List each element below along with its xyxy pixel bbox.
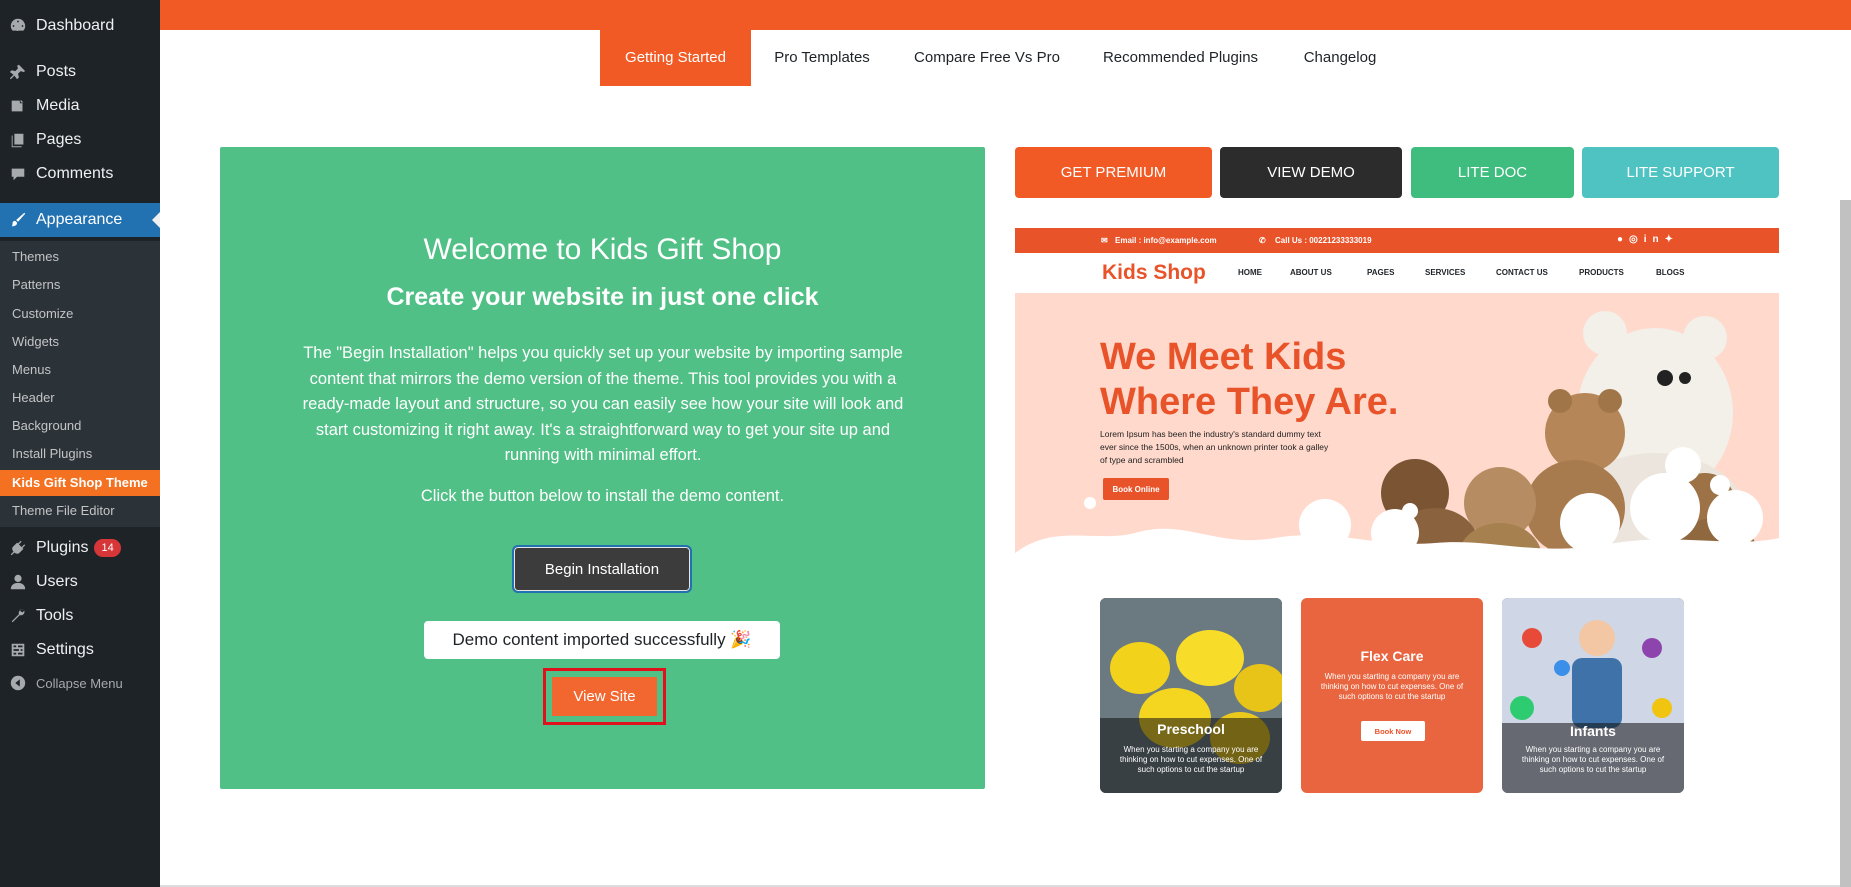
menu-dashboard[interactable]: Dashboard [0, 9, 160, 43]
begin-installation-button[interactable]: Begin Installation [512, 545, 692, 593]
menu-users[interactable]: Users [0, 565, 160, 599]
card-title-flex-care: Flex Care [1360, 648, 1424, 664]
menu-plugins[interactable]: Plugins 14 [0, 531, 160, 565]
header-bar [160, 0, 1851, 30]
lite-support-button[interactable]: LITE SUPPORT [1582, 147, 1779, 198]
preview-logo: Kids Shop [1102, 261, 1206, 284]
plugins-update-badge: 14 [94, 539, 121, 557]
preview-nav-link: BLOGS [1656, 268, 1685, 277]
preview-hero: We Meet Kids Where They Are. Lorem Ipsum… [1015, 293, 1779, 583]
collapse-menu-button[interactable]: Collapse Menu [0, 666, 160, 700]
menu-comments-label: Comments [36, 165, 114, 182]
media-icon [8, 96, 28, 116]
demo-import-panel: Welcome to Kids Gift Shop Create your we… [220, 147, 985, 789]
menu-settings[interactable]: Settings [0, 633, 160, 667]
menu-tools-label: Tools [36, 607, 74, 624]
preview-nav-link: PAGES [1367, 268, 1395, 277]
menu-comments[interactable]: Comments [0, 157, 160, 191]
menu-posts-label: Posts [36, 63, 77, 80]
menu-pages-label: Pages [36, 131, 82, 148]
card-text-flex-care: When you starting a company you are thin… [1320, 672, 1464, 701]
teddy-bears-illustration [1015, 311, 1779, 583]
submenu-header[interactable]: Header [12, 390, 55, 405]
theme-preview-image: ✉ Email : info@example.com ✆ Call Us : 0… [1015, 228, 1779, 793]
submenu-kids-gift-shop-theme[interactable]: Kids Gift Shop Theme [0, 470, 160, 496]
lite-doc-button[interactable]: LITE DOC [1411, 147, 1574, 198]
menu-dashboard-label: Dashboard [36, 17, 115, 34]
menu-appearance-label: Appearance [36, 211, 123, 228]
menu-tools[interactable]: Tools [0, 599, 160, 633]
preview-nav-link: CONTACT US [1496, 268, 1548, 277]
submenu-widgets[interactable]: Widgets [12, 334, 59, 349]
comment-icon [8, 164, 28, 184]
menu-users-label: Users [36, 573, 78, 590]
tab-changelog[interactable]: Changelog [1294, 30, 1386, 86]
panel-description: The "Begin Installation" helps you quick… [302, 344, 904, 464]
preview-nav: Kids Shop HOME ABOUT US PAGES SERVICES C… [1015, 253, 1779, 293]
user-icon [8, 572, 28, 592]
pushpin-icon [8, 62, 28, 82]
social-icons: ●◎in✦ [1617, 234, 1680, 245]
page-scrollbar[interactable] [1840, 200, 1851, 887]
view-site-highlight: View Site [543, 668, 666, 725]
card-book-now-button: Book Now [1361, 721, 1425, 741]
submenu-customize[interactable]: Customize [12, 306, 73, 321]
preview-card-preschool: Preschool When you starting a company yo… [1100, 598, 1282, 793]
submenu-theme-file-editor[interactable]: Theme File Editor [12, 503, 115, 518]
menu-media-label: Media [36, 97, 80, 114]
menu-appearance[interactable]: Appearance [0, 203, 160, 237]
view-site-button[interactable]: View Site [552, 677, 657, 716]
card-title-preschool: Preschool [1157, 721, 1225, 737]
preview-call: Call Us : 00221233333019 [1275, 236, 1372, 245]
preview-email: Email : info@example.com [1115, 236, 1217, 245]
get-premium-button[interactable]: GET PREMIUM [1015, 147, 1212, 198]
menu-media[interactable]: Media [0, 89, 160, 123]
preview-nav-link: HOME [1238, 268, 1262, 277]
preview-nav-link: PRODUCTS [1579, 268, 1624, 277]
appearance-submenu: Themes Patterns Customize Widgets Menus … [0, 241, 160, 527]
menu-pages[interactable]: Pages [0, 123, 160, 157]
welcome-title: Welcome to Kids Gift Shop [423, 233, 782, 266]
dashboard-icon [8, 16, 28, 36]
tab-recommended-plugins[interactable]: Recommended Plugins [1094, 30, 1267, 86]
preview-topbar: ✉ Email : info@example.com ✆ Call Us : 0… [1015, 228, 1779, 253]
preview-card-infants: Infants When you starting a company you … [1502, 598, 1684, 793]
settings-icon [8, 640, 28, 660]
preview-nav-link: ABOUT US [1290, 268, 1332, 277]
admin-sidebar: Dashboard Posts Media Pages Comments App… [0, 0, 160, 887]
mail-icon: ✉ [1101, 236, 1108, 245]
success-message: Demo content imported successfully 🎉 [424, 621, 780, 659]
install-instruction: Click the button below to install the de… [420, 487, 785, 505]
submenu-themes[interactable]: Themes [12, 249, 59, 264]
card-text-infants: When you starting a company you are thin… [1521, 745, 1665, 774]
wrench-icon [8, 606, 28, 626]
submenu-background[interactable]: Background [12, 418, 81, 433]
submenu-patterns[interactable]: Patterns [12, 277, 60, 292]
card-text-preschool: When you starting a company you are thin… [1119, 745, 1263, 774]
preview-nav-link: SERVICES [1425, 268, 1466, 277]
card-title-infants: Infants [1570, 723, 1616, 739]
pages-icon [8, 130, 28, 150]
phone-icon: ✆ [1259, 236, 1266, 245]
tab-compare-free-vs-pro[interactable]: Compare Free Vs Pro [906, 30, 1068, 86]
menu-plugins-label: Plugins [36, 539, 89, 556]
menu-posts[interactable]: Posts [0, 55, 160, 89]
menu-settings-label: Settings [36, 641, 94, 658]
preview-card-flex-care: Flex Care When you starting a company yo… [1301, 598, 1483, 793]
collapse-icon [8, 673, 28, 693]
panel-headline: Create your website in just one click [386, 283, 819, 311]
tab-pro-templates[interactable]: Pro Templates [760, 30, 884, 86]
paintbrush-icon [8, 210, 28, 230]
plug-icon [8, 538, 28, 558]
tab-getting-started[interactable]: Getting Started [600, 30, 751, 86]
view-demo-button[interactable]: VIEW DEMO [1220, 147, 1402, 198]
submenu-install-plugins[interactable]: Install Plugins [12, 446, 92, 461]
collapse-menu-label: Collapse Menu [36, 675, 123, 691]
submenu-menus[interactable]: Menus [12, 362, 51, 377]
